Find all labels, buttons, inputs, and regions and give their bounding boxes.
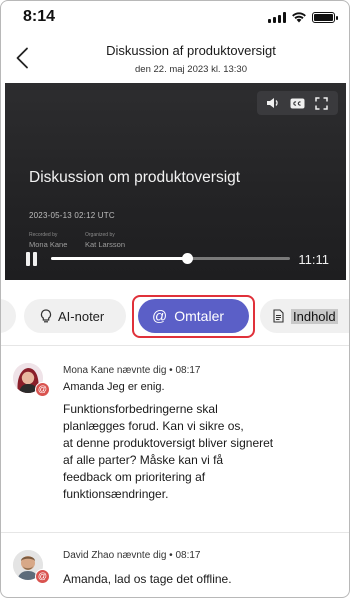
seek-progress — [51, 257, 188, 260]
status-time: 8:14 — [23, 8, 56, 25]
meeting-title: Diskussion af produktoversigt — [106, 43, 276, 58]
back-button[interactable] — [9, 41, 35, 75]
pause-icon — [26, 252, 30, 266]
tab-ai-notes[interactable]: AI-noter — [24, 299, 126, 333]
fullscreen-icon — [315, 96, 329, 110]
mention-text-line: af alle parter? Måske kan vi få — [63, 453, 224, 467]
meeting-date: den 22. maj 2023 kl. 13:30 — [135, 64, 247, 75]
mention-author: Mona Kane nævnte dig • 08:17 — [63, 365, 201, 376]
mention-text-line: funktionsændringer. — [63, 487, 169, 501]
at-icon: @ — [152, 307, 168, 325]
video-title: Diskussion om produktoversigt — [29, 169, 241, 186]
video-control-group — [257, 91, 338, 115]
status-bar: 8:14 — [1, 1, 349, 35]
chevron-left-icon — [16, 47, 28, 69]
organized-by-name: Kat Larsson — [85, 240, 126, 249]
meeting-header: Diskussion af produktoversigt den 22. ma… — [1, 35, 349, 83]
organized-by-label: Organized by — [85, 232, 115, 238]
volume-button[interactable] — [263, 93, 283, 113]
mentions-list: @ Mona Kane nævnte dig • 08:17 Amanda Je… — [1, 345, 349, 597]
video-player[interactable]: Diskussion om produktoversigt 2023-05-13… — [5, 83, 346, 280]
app-frame: 8:14 Diskussion af produktoversigt den 2… — [0, 0, 350, 598]
tab-previous[interactable] — [1, 299, 16, 333]
mention-text: Funktionsforbedringerne skal planlægges … — [63, 401, 333, 503]
signal-icon — [268, 11, 286, 23]
battery-icon — [312, 11, 338, 23]
mention-badge-icon: @ — [35, 382, 50, 397]
organized-by: Organized by Kat Larsson — [85, 232, 125, 249]
video-date: 2023-05-13 02:12 UTC — [29, 211, 115, 220]
mention-text-line: feedback om prioritering af — [63, 470, 206, 484]
tab-content[interactable]: Indhold — [260, 299, 349, 333]
speaker-icon — [267, 98, 278, 108]
tab-mentions[interactable]: @ Omtaler — [138, 299, 249, 333]
mention-text-line: planlægges forud. Kan vi sikre os, — [63, 419, 244, 433]
seek-handle[interactable] — [182, 253, 194, 264]
closed-captions-icon — [290, 98, 305, 108]
recorded-by: Recorded by Mona Kane — [29, 232, 67, 249]
lightbulb-icon — [40, 308, 52, 322]
tab-mentions-label: Omtaler — [174, 308, 225, 324]
time-remaining: 11:11 — [298, 252, 329, 267]
mention-first-line: Amanda Jeg er enig. — [63, 381, 165, 393]
tab-bar: AI-noter @ Omtaler Indhold — [1, 291, 349, 345]
list-item[interactable]: @ Mona Kane nævnte dig • 08:17 Amanda Je… — [1, 346, 349, 531]
mention-text-line: at denne produktoversigt bliver signeret — [63, 436, 274, 450]
recorded-by-name: Mona Kane — [29, 240, 68, 249]
status-icons — [268, 11, 338, 23]
mention-first-line: Amanda, lad os tage det offline. — [63, 572, 232, 586]
tab-ai-notes-label: AI-noter — [58, 308, 105, 324]
mention-badge-icon: @ — [35, 569, 50, 584]
document-icon — [273, 309, 284, 323]
wifi-icon — [292, 12, 306, 23]
recorded-by-label: Recorded by — [29, 232, 58, 238]
mention-author: David Zhao nævnte dig • 08:17 — [63, 550, 201, 561]
mention-text-line: Funktionsforbedringerne skal — [63, 402, 218, 416]
list-item[interactable]: @ David Zhao nævnte dig • 08:17 Amanda, … — [1, 532, 349, 597]
pause-button[interactable] — [26, 252, 42, 268]
fullscreen-button[interactable] — [312, 93, 332, 113]
seek-bar[interactable] — [51, 253, 290, 264]
tab-content-label: Indhold — [291, 308, 338, 324]
captions-button[interactable] — [287, 93, 307, 113]
